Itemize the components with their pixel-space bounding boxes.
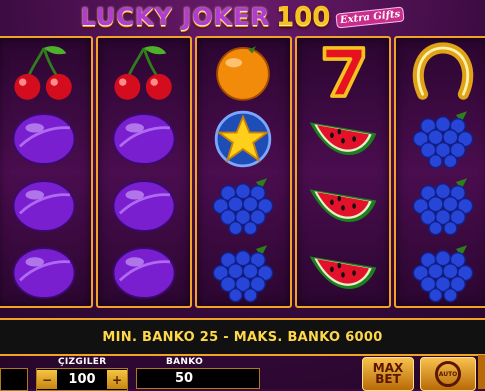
lines-value: 100 (68, 372, 96, 387)
bet-label: BET (375, 372, 401, 386)
bank-field[interactable]: 50 (136, 368, 260, 389)
reels-area (0, 36, 485, 308)
cherries-icon (5, 41, 83, 103)
reel-1 (0, 36, 93, 308)
title-logo: LUCKY JOKER (80, 3, 271, 31)
reel-3 (195, 36, 292, 308)
plum-icon (5, 108, 83, 170)
star-icon (204, 108, 282, 170)
extra-gifts-badge: Extra Gifts (335, 5, 406, 29)
watermelon-icon (304, 175, 382, 237)
plum-icon (5, 175, 83, 237)
plum-icon (5, 242, 83, 304)
seven-icon (304, 41, 382, 103)
cherries-icon (105, 41, 183, 103)
reel-4 (294, 36, 392, 308)
autoplay-icon: AUTO (435, 361, 461, 387)
bank-label: BANKO (166, 357, 204, 367)
game-title: LUCKY JOKER 100 Extra Gifts (0, 0, 485, 34)
autoplay-button[interactable]: AUTO (420, 357, 476, 391)
plum-icon (105, 242, 183, 304)
watermelon-icon (304, 108, 382, 170)
watermelon-icon (304, 242, 382, 304)
lines-increase-button[interactable]: + (106, 370, 127, 389)
left-panel-edge (0, 368, 28, 391)
reel-2 (95, 36, 193, 308)
info-bar: MIN. BANKO 25 - MAKS. BANKO 6000 (0, 318, 485, 356)
grapes-icon (404, 108, 482, 170)
lines-decrease-button[interactable]: − (37, 370, 57, 389)
bet-limits-text: MIN. BANKO 25 - MAKS. BANKO 6000 (102, 329, 383, 345)
orange-icon (204, 41, 282, 103)
plum-icon (105, 108, 183, 170)
horseshoe-icon (404, 41, 482, 103)
max-bet-button[interactable]: MAX BET (362, 357, 414, 391)
grapes-icon (404, 175, 482, 237)
grapes-icon (404, 242, 482, 304)
plum-icon (105, 175, 183, 237)
reel-5 (394, 36, 485, 308)
bank-value: 50 (175, 371, 194, 386)
title-number: 100 (276, 2, 331, 32)
lines-selector: − 100 + (36, 368, 128, 391)
lines-label: ÇIZGILER (58, 357, 107, 367)
autoplay-label: AUTO (438, 370, 458, 378)
grapes-icon (204, 175, 282, 237)
grapes-icon (204, 242, 282, 304)
spin-button-edge[interactable] (478, 355, 485, 389)
